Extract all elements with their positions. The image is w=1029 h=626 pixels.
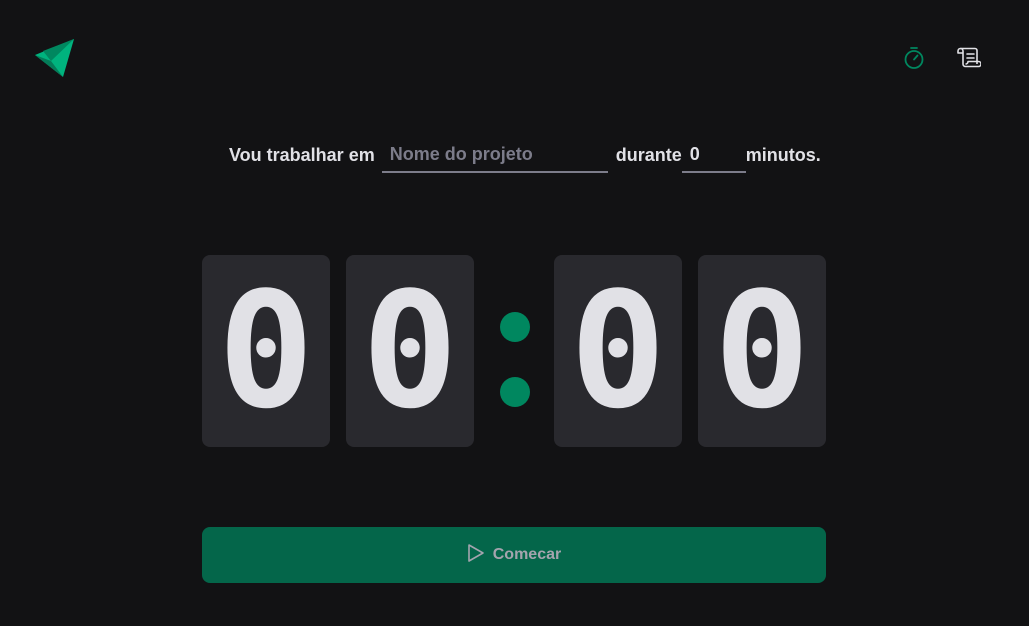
minutes-label: minutos.: [745, 145, 821, 165]
ignite-logo-icon: [33, 37, 75, 79]
work-on-label: Vou trabalhar em: [229, 145, 375, 165]
countdown-digit-minutes-ones: 0: [346, 255, 474, 447]
task-name-input[interactable]: [381, 138, 608, 173]
timer-icon[interactable]: [900, 44, 928, 72]
task-form: Vou trabalhar em durante minutos.: [229, 138, 821, 178]
minutes-amount-input[interactable]: [681, 138, 746, 173]
scroll-icon[interactable]: [955, 44, 983, 72]
during-label: durante: [615, 145, 682, 165]
header: [0, 0, 1029, 110]
countdown-separator: [498, 312, 532, 408]
separator-dot-bottom: [500, 377, 530, 407]
separator-dot-top: [500, 312, 530, 342]
start-button-label: Comecar: [492, 546, 562, 563]
countdown-digit-seconds-tens: 0: [554, 255, 682, 447]
countdown-digit-seconds-ones: 0: [698, 255, 826, 447]
countdown-digit-minutes-tens: 0: [202, 255, 330, 447]
start-countdown-button[interactable]: Comecar: [202, 527, 826, 583]
play-icon: [467, 543, 485, 568]
